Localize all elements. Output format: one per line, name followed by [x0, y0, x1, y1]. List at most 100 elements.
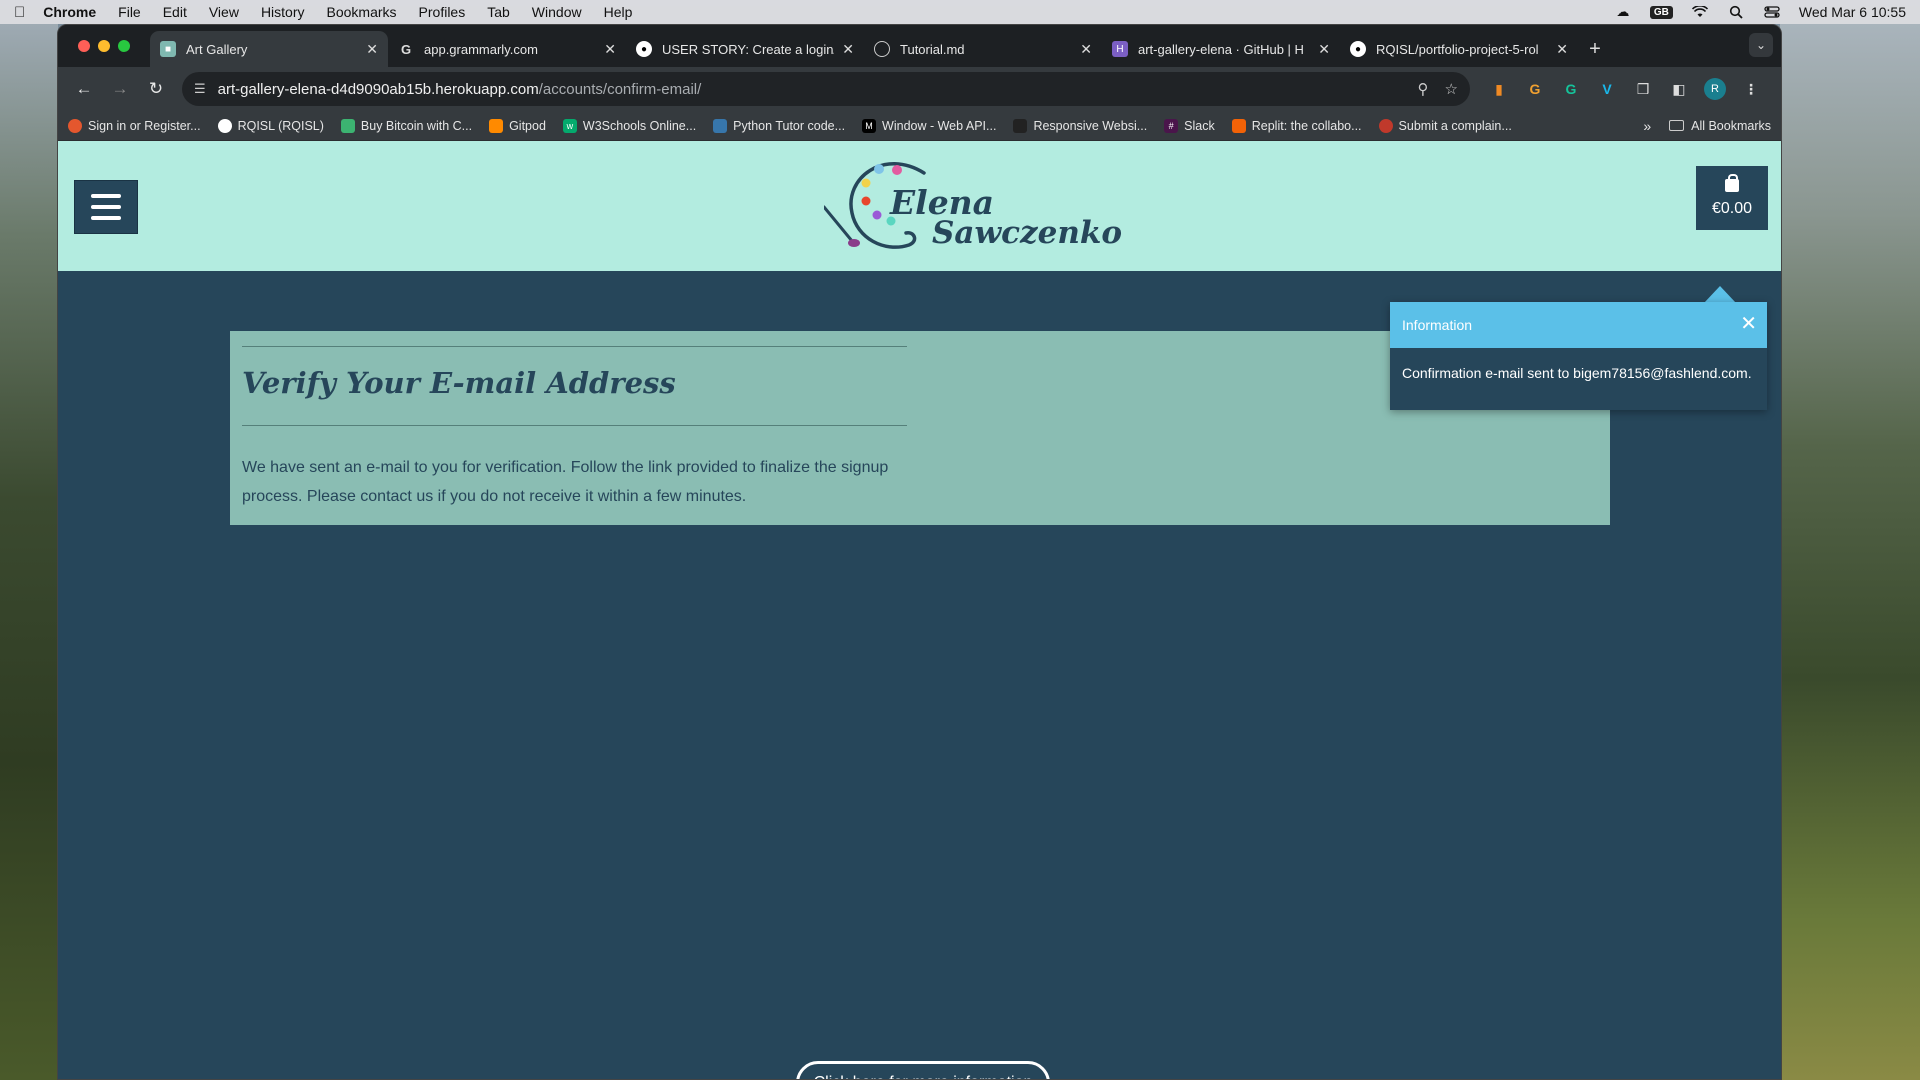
control-center-icon[interactable]: [1763, 5, 1781, 19]
bookmark-label: Window - Web API...: [882, 118, 997, 133]
vimeo-extension-icon[interactable]: V: [1596, 78, 1618, 100]
bookmark-window-web-api[interactable]: M Window - Web API...: [862, 118, 997, 133]
reload-button[interactable]: ↻: [140, 73, 172, 105]
menu-bookmarks[interactable]: Bookmarks: [327, 4, 397, 20]
menu-tab[interactable]: Tab: [487, 4, 510, 20]
apple-icon[interactable]: : [14, 4, 25, 21]
close-window-button[interactable]: [78, 40, 90, 52]
back-button[interactable]: ←: [68, 73, 100, 105]
information-toast: Information ✕ Confirmation e-mail sent t…: [1390, 302, 1767, 410]
menu-edit[interactable]: Edit: [163, 4, 187, 20]
hamburger-menu-button[interactable]: [74, 180, 138, 234]
github-favicon-icon: ●: [1350, 41, 1366, 57]
bookmark-replit[interactable]: Replit: the collabo...: [1231, 118, 1362, 133]
desktop-wallpaper-right: [1780, 24, 1920, 1080]
tab-tutorial[interactable]: Tutorial.md ✕: [864, 31, 1102, 67]
site-logo[interactable]: Elena Sawczenko: [824, 153, 1122, 263]
w3schools-icon: w: [562, 118, 577, 133]
all-bookmarks-button[interactable]: All Bookmarks: [1669, 119, 1771, 133]
tab-title: art-gallery-elena · GitHub | H: [1138, 41, 1304, 57]
bookmark-label: Submit a complain...: [1398, 118, 1512, 133]
bookmark-rqisl[interactable]: RQISL (RQISL): [217, 118, 324, 133]
bookmark-label: Slack: [1184, 118, 1215, 133]
tab-search-button[interactable]: ⌄: [1749, 33, 1773, 57]
wifi-icon[interactable]: [1691, 5, 1709, 19]
close-tab-icon[interactable]: ✕: [366, 41, 378, 58]
close-tab-icon[interactable]: ✕: [1080, 41, 1092, 58]
grammarly-extension-icon[interactable]: G: [1560, 78, 1582, 100]
mdn-icon: M: [862, 118, 877, 133]
tab-title: USER STORY: Create a login/l: [662, 41, 835, 57]
bookmark-submit-complaint[interactable]: Submit a complain...: [1378, 118, 1512, 133]
bookmark-label: RQISL (RQISL): [237, 118, 324, 133]
github-icon: [217, 118, 232, 133]
creative-cloud-icon[interactable]: ☁: [1614, 4, 1632, 19]
globe-favicon-icon: [874, 41, 890, 57]
tab-art-gallery[interactable]: ■ Art Gallery ✕: [150, 31, 388, 67]
bookmark-gitpod[interactable]: Gitpod: [489, 118, 546, 133]
menu-help[interactable]: Help: [604, 4, 633, 20]
bookmark-sign-in[interactable]: Sign in or Register...: [68, 118, 201, 133]
menu-file[interactable]: File: [118, 4, 141, 20]
heroku-favicon-icon: H: [1112, 41, 1128, 57]
side-panel-icon[interactable]: ◧: [1668, 78, 1690, 100]
bookmark-buy-bitcoin[interactable]: Buy Bitcoin with C...: [340, 118, 472, 133]
menubar-datetime[interactable]: Wed Mar 6 10:55: [1799, 4, 1906, 20]
close-icon[interactable]: ✕: [1740, 314, 1757, 334]
tab-title: Tutorial.md: [900, 41, 965, 57]
bookmarks-bar: Sign in or Register... RQISL (RQISL) Buy…: [58, 111, 1781, 141]
tab-title: RQISL/portfolio-project-5-rol: [1376, 41, 1539, 57]
close-tab-icon[interactable]: ✕: [1556, 41, 1568, 58]
close-tab-icon[interactable]: ✕: [604, 41, 616, 58]
site-info-icon[interactable]: ☰: [194, 81, 206, 97]
forward-button[interactable]: →: [104, 73, 136, 105]
menu-profiles[interactable]: Profiles: [419, 4, 466, 20]
menu-history[interactable]: History: [261, 4, 305, 20]
extensions-puzzle-icon[interactable]: ❒: [1632, 78, 1654, 100]
bookmark-label: Gitpod: [509, 118, 546, 133]
web-page: Elena Sawczenko €0.00 Verify Your E-mail…: [58, 141, 1781, 1079]
tab-heroku-github[interactable]: H art-gallery-elena · GitHub | H ✕: [1102, 31, 1340, 67]
grammarly-go-extension-icon[interactable]: G: [1524, 78, 1546, 100]
profile-avatar[interactable]: R: [1704, 78, 1726, 100]
tab-user-story[interactable]: ● USER STORY: Create a login/l ✕: [626, 31, 864, 67]
site-header: Elena Sawczenko €0.00: [58, 141, 1781, 271]
more-information-button[interactable]: Click here for more information: [796, 1061, 1050, 1079]
toast-title: Information: [1402, 317, 1473, 333]
more-bookmarks-chevron-icon[interactable]: »: [1643, 118, 1651, 134]
chrome-menu-icon[interactable]: ⋮: [1740, 78, 1762, 100]
shopping-extension-icon[interactable]: ▮: [1488, 78, 1510, 100]
page-title: Verify Your E-mail Address: [242, 366, 676, 400]
new-tab-button[interactable]: +: [1578, 31, 1612, 67]
bookmark-label: Python Tutor code...: [733, 118, 846, 133]
tab-grammarly[interactable]: G app.grammarly.com ✕: [388, 31, 626, 67]
keyboard-layout-badge[interactable]: GB: [1649, 5, 1673, 19]
bookmark-w3schools[interactable]: w W3Schools Online...: [562, 118, 696, 133]
toast-message: Confirmation e-mail sent to bigem78156@f…: [1402, 365, 1752, 381]
address-bar[interactable]: ☰ art-gallery-elena-d4d9090ab15b.herokua…: [182, 72, 1470, 106]
menu-window[interactable]: Window: [532, 4, 582, 20]
bookmark-python-tutor[interactable]: Python Tutor code...: [713, 118, 846, 133]
menu-view[interactable]: View: [209, 4, 239, 20]
shopping-bag-button[interactable]: €0.00: [1696, 166, 1768, 230]
toast-header: Information ✕: [1390, 302, 1767, 348]
password-key-icon[interactable]: ⚲: [1418, 80, 1429, 98]
divider: [242, 425, 907, 426]
bookmark-responsive-website[interactable]: Responsive Websi...: [1013, 118, 1147, 133]
fullscreen-window-button[interactable]: [118, 40, 130, 52]
tab-portfolio-project[interactable]: ● RQISL/portfolio-project-5-rol ✕: [1340, 31, 1578, 67]
slack-icon: #: [1164, 118, 1179, 133]
minimize-window-button[interactable]: [98, 40, 110, 52]
complaint-site-icon: [1378, 118, 1393, 133]
divider: [242, 346, 907, 347]
menu-app-name[interactable]: Chrome: [43, 4, 96, 20]
spotlight-search-icon[interactable]: [1727, 5, 1745, 19]
folder-icon: [1669, 120, 1685, 131]
gitpod-icon: [489, 118, 504, 133]
close-tab-icon[interactable]: ✕: [1318, 41, 1330, 58]
bookmark-star-icon[interactable]: ☆: [1445, 80, 1458, 98]
art-gallery-favicon-icon: ■: [160, 41, 176, 57]
tab-title: app.grammarly.com: [424, 41, 538, 57]
close-tab-icon[interactable]: ✕: [842, 41, 854, 58]
bookmark-slack[interactable]: # Slack: [1164, 118, 1215, 133]
